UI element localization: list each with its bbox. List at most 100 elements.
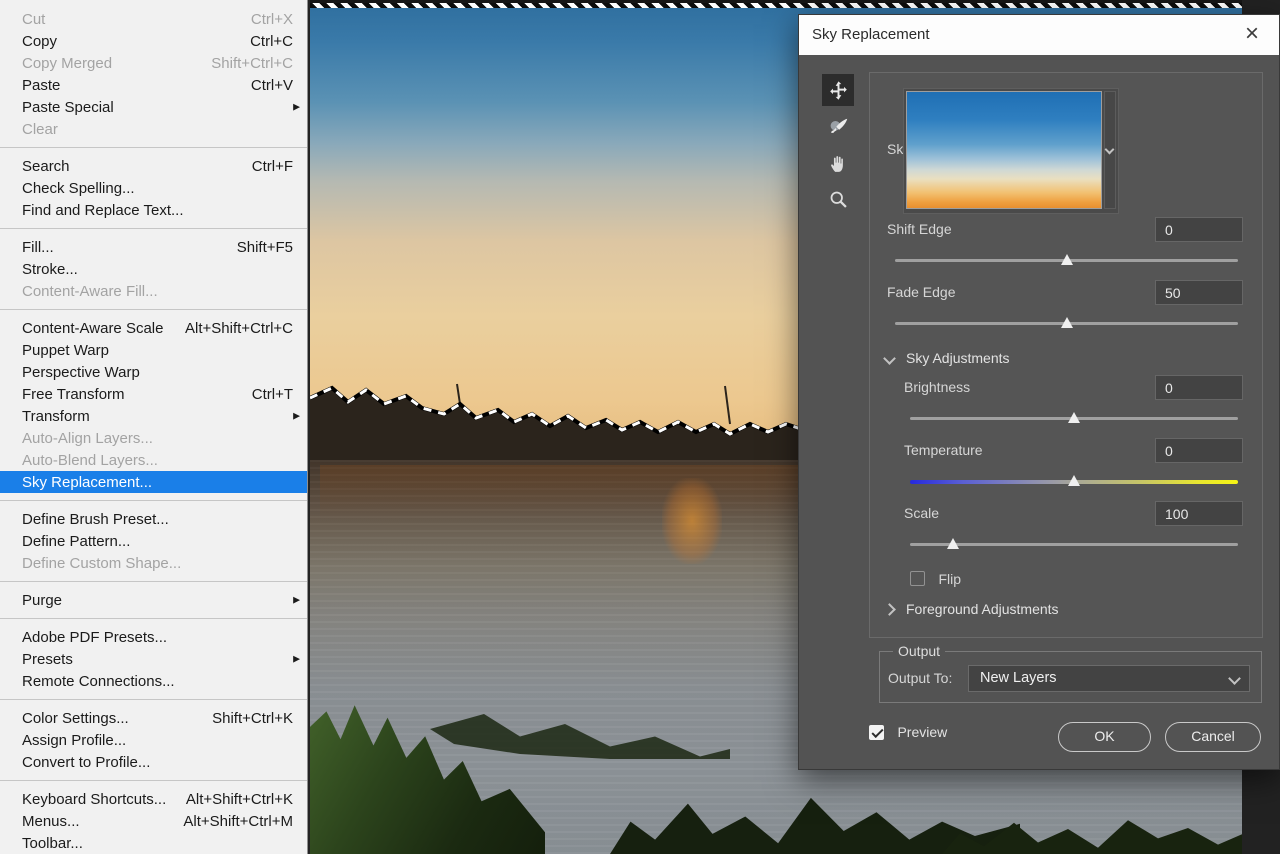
- sky-brush-tool-button[interactable]: [822, 111, 854, 143]
- sky-preset-dropdown-button[interactable]: [1104, 91, 1116, 209]
- menu-item-label: Define Pattern...: [22, 533, 130, 550]
- menu-item-label: Paste: [22, 77, 60, 94]
- brightness-slider-thumb[interactable]: [1068, 412, 1080, 423]
- menu-item-puppet-warp[interactable]: Puppet Warp: [0, 339, 307, 361]
- temperature-slider[interactable]: [910, 480, 1238, 484]
- menu-item-toolbar[interactable]: Toolbar...: [0, 832, 307, 854]
- menu-item-define-custom-shape: Define Custom Shape...: [0, 552, 307, 574]
- chevron-down-icon: [1228, 672, 1241, 685]
- menu-item-search[interactable]: SearchCtrl+F: [0, 155, 307, 177]
- sky-brush-icon: [828, 117, 849, 138]
- ok-button[interactable]: OK: [1058, 722, 1151, 752]
- fade-edge-label: Fade Edge: [887, 284, 956, 300]
- menu-item-fill[interactable]: Fill...Shift+F5: [0, 236, 307, 258]
- temperature-slider-group: Temperature: [870, 442, 1262, 498]
- hand-tool-button[interactable]: [822, 147, 854, 179]
- menu-item-adobe-pdf-presets[interactable]: Adobe PDF Presets...: [0, 626, 307, 648]
- menu-item-free-transform[interactable]: Free TransformCtrl+T: [0, 383, 307, 405]
- menu-item-label: Adobe PDF Presets...: [22, 629, 167, 646]
- menu-item-label: Paste Special: [22, 99, 114, 116]
- chevron-down-icon: [883, 352, 896, 365]
- shift-edge-slider[interactable]: [895, 259, 1238, 262]
- menu-item-check-spelling[interactable]: Check Spelling...: [0, 177, 307, 199]
- menu-item-label: Keyboard Shortcuts...: [22, 791, 166, 808]
- shift-edge-input[interactable]: [1155, 217, 1243, 242]
- menu-item-label: Search: [22, 158, 70, 175]
- menu-item-paste-special[interactable]: Paste Special ▶: [0, 96, 307, 118]
- menu-item-auto-blend-layers: Auto-Blend Layers...: [0, 449, 307, 471]
- menu-item-menus[interactable]: Menus...Alt+Shift+Ctrl+M: [0, 810, 307, 832]
- menu-item-paste[interactable]: Paste Ctrl+V: [0, 74, 307, 96]
- preview-checkbox[interactable]: [869, 725, 884, 740]
- sky-preset-dropdown[interactable]: [903, 88, 1119, 214]
- brightness-input[interactable]: [1155, 375, 1243, 400]
- sky-settings-panel: Sky: Shift Edge Fade Edge Sky Adjustment…: [869, 72, 1263, 638]
- scale-slider-group: Scale: [870, 505, 1262, 561]
- menu-item-sky-replacement[interactable]: Sky Replacement...: [0, 471, 307, 493]
- menu-item-define-brush-preset[interactable]: Define Brush Preset...: [0, 508, 307, 530]
- submenu-arrow-icon: ▶: [293, 595, 300, 606]
- scale-input[interactable]: [1155, 501, 1243, 526]
- brightness-label: Brightness: [904, 379, 970, 395]
- menu-item-presets[interactable]: Presets▶: [0, 648, 307, 670]
- menu-item-cut: CutCtrl+X: [0, 8, 307, 30]
- foreground-adjustments-header[interactable]: Foreground Adjustments: [870, 601, 1262, 619]
- menu-item-label: Clear: [22, 121, 58, 138]
- brightness-slider[interactable]: [910, 417, 1238, 420]
- scale-slider-thumb[interactable]: [947, 538, 959, 549]
- menu-item-copy-merged: Copy MergedShift+Ctrl+C: [0, 52, 307, 74]
- menu-item-label: Auto-Blend Layers...: [22, 452, 158, 469]
- sky-adjustments-header[interactable]: Sky Adjustments: [870, 350, 1262, 368]
- menu-item-keyboard-shortcuts[interactable]: Keyboard Shortcuts...Alt+Shift+Ctrl+K: [0, 788, 307, 810]
- menu-item-label: Content-Aware Scale: [22, 320, 163, 337]
- temperature-input[interactable]: [1155, 438, 1243, 463]
- menu-item-copy[interactable]: CopyCtrl+C: [0, 30, 307, 52]
- temperature-slider-thumb[interactable]: [1068, 475, 1080, 486]
- menu-item-convert-to-profile[interactable]: Convert to Profile...: [0, 751, 307, 773]
- output-to-select[interactable]: New Layers: [968, 665, 1250, 692]
- shift-edge-slider-group: Shift Edge: [870, 221, 1262, 277]
- menu-item-define-pattern[interactable]: Define Pattern...: [0, 530, 307, 552]
- menu-item-find-and-replace-text[interactable]: Find and Replace Text...: [0, 199, 307, 221]
- temperature-label: Temperature: [904, 442, 983, 458]
- menu-item-perspective-warp[interactable]: Perspective Warp: [0, 361, 307, 383]
- sky-preset-thumbnail[interactable]: [906, 91, 1102, 209]
- menu-item-stroke[interactable]: Stroke...: [0, 258, 307, 280]
- close-icon[interactable]: ×: [1237, 19, 1267, 49]
- menu-item-shortcut: Ctrl+V: [251, 77, 293, 94]
- menu-item-label: Toolbar...: [22, 835, 83, 852]
- menu-item-transform[interactable]: Transform▶: [0, 405, 307, 427]
- menu-item-assign-profile[interactable]: Assign Profile...: [0, 729, 307, 751]
- zoom-tool-button[interactable]: [822, 183, 854, 215]
- cancel-button[interactable]: Cancel: [1165, 722, 1261, 752]
- menu-item-label: Free Transform: [22, 386, 125, 403]
- menu-item-label: Define Brush Preset...: [22, 511, 169, 528]
- fade-edge-slider-thumb[interactable]: [1061, 317, 1073, 328]
- dialog-title: Sky Replacement: [812, 15, 930, 55]
- menu-item-purge[interactable]: Purge▶: [0, 589, 307, 611]
- fade-edge-slider-group: Fade Edge: [870, 284, 1262, 340]
- output-group-label: Output: [893, 643, 945, 659]
- sky-adjustments-label: Sky Adjustments: [906, 350, 1010, 366]
- menu-item-shortcut: Shift+F5: [237, 239, 293, 256]
- dialog-titlebar[interactable]: Sky Replacement ×: [799, 15, 1279, 55]
- menu-item-content-aware-scale[interactable]: Content-Aware ScaleAlt+Shift+Ctrl+C: [0, 317, 307, 339]
- move-tool-button[interactable]: [822, 74, 854, 106]
- menu-item-label: Puppet Warp: [22, 342, 109, 359]
- shift-edge-slider-thumb[interactable]: [1061, 254, 1073, 265]
- menu-item-shortcut: Ctrl+X: [251, 11, 293, 28]
- submenu-arrow-icon: ▶: [293, 102, 300, 113]
- scale-slider[interactable]: [910, 543, 1238, 546]
- fade-edge-input[interactable]: [1155, 280, 1243, 305]
- menu-item-label: Define Custom Shape...: [22, 555, 181, 572]
- submenu-arrow-icon: ▶: [293, 654, 300, 665]
- flip-checkbox[interactable]: [910, 571, 925, 586]
- scale-label: Scale: [904, 505, 939, 521]
- menu-item-label: Transform: [22, 408, 90, 425]
- menu-item-remote-connections[interactable]: Remote Connections...: [0, 670, 307, 692]
- fade-edge-slider[interactable]: [895, 322, 1238, 325]
- edit-menu: CutCtrl+XCopyCtrl+CCopy MergedShift+Ctrl…: [0, 0, 308, 854]
- selection-ants-top: [310, 3, 1242, 8]
- menu-item-label: Copy Merged: [22, 55, 112, 72]
- menu-item-color-settings[interactable]: Color Settings...Shift+Ctrl+K: [0, 707, 307, 729]
